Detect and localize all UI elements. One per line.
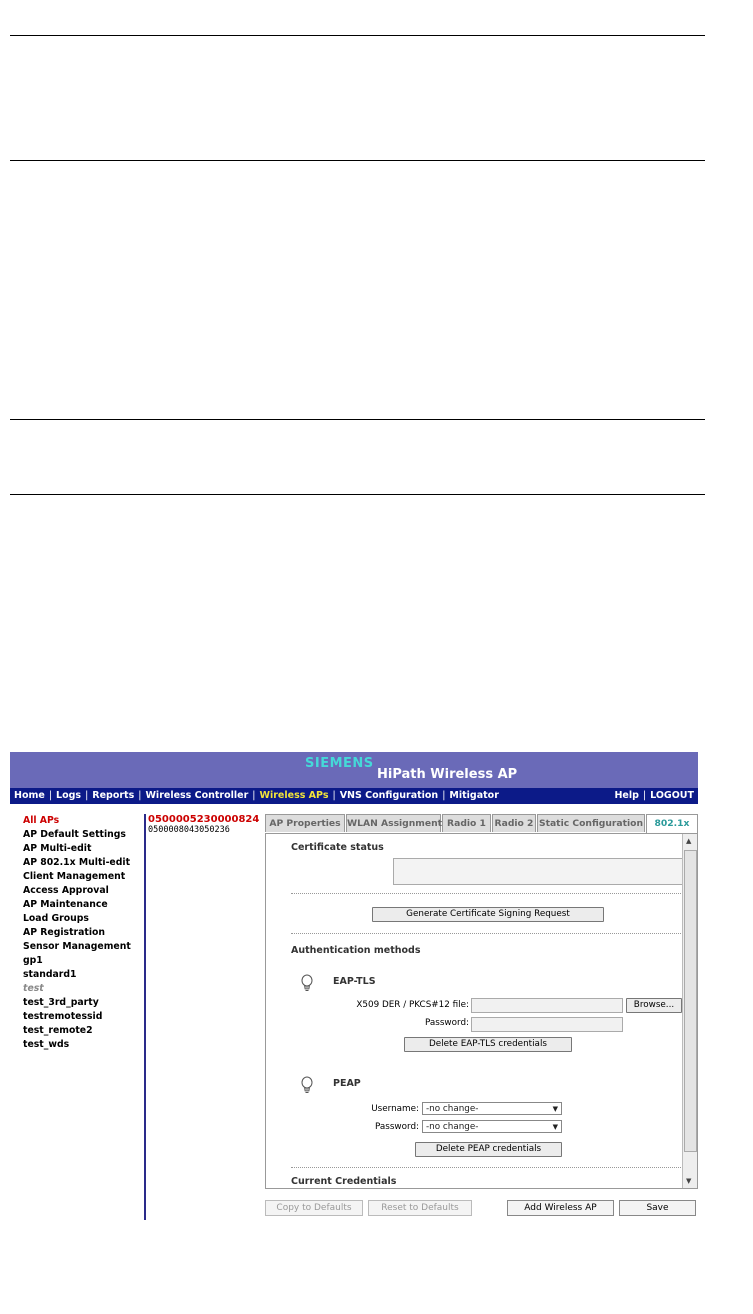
divider-dotted [291,893,681,894]
delete-eap-tls-button[interactable]: Delete EAP-TLS credentials [404,1037,572,1052]
nav-home[interactable]: Home [14,788,45,804]
sidebar-item-ap-maintenance[interactable]: AP Maintenance [23,898,145,912]
nav-vns-configuration[interactable]: VNS Configuration [340,788,439,804]
auth-methods-heading: Authentication methods [291,945,421,956]
cert-status-box [393,858,683,885]
peap-username-select[interactable]: -no change- ▼ [422,1102,562,1115]
peap-password-value: -no change- [426,1122,479,1132]
scroll-down-icon[interactable]: ▼ [686,1177,691,1185]
separator-line-2 [10,160,705,161]
browse-button[interactable]: Browse... [626,998,682,1013]
separator-line-4 [10,494,705,495]
nav-mitigator[interactable]: Mitigator [449,788,498,804]
save-button[interactable]: Save [619,1200,696,1216]
peap-password-select[interactable]: -no change- ▼ [422,1120,562,1133]
sidebar-item-ap-8021x-multi-edit[interactable]: AP 802.1x Multi-edit [23,856,145,870]
copy-to-defaults-button[interactable]: Copy to Defaults [265,1200,363,1216]
sidebar-divider [144,814,146,1220]
reset-to-defaults-button[interactable]: Reset to Defaults [368,1200,472,1216]
ap-list-item-selected[interactable]: 0500005230000824 [148,814,259,825]
tab-wlan-assignment[interactable]: WLAN Assignment [346,814,442,832]
sidebar-item-standard1[interactable]: standard1 [23,968,145,982]
cert-status-heading: Certificate status [291,842,384,853]
sidebar: All APs AP Default Settings AP Multi-edi… [23,814,145,1052]
sidebar-item-test-3rd-party[interactable]: test_3rd_party [23,996,145,1010]
sidebar-item-ap-default-settings[interactable]: AP Default Settings [23,828,145,842]
sidebar-item-gp1[interactable]: gp1 [23,954,145,968]
sidebar-item-test-wds[interactable]: test_wds [23,1038,145,1052]
generate-csr-button[interactable]: Generate Certificate Signing Request [372,907,604,922]
add-wireless-ap-button[interactable]: Add Wireless AP [507,1200,614,1216]
ap-list-item[interactable]: 0500008043050236 [148,825,259,836]
separator-line-1 [10,35,705,36]
vertical-scrollbar[interactable]: ▲ ▼ [682,834,697,1188]
app-title: HiPath Wireless AP [377,767,518,782]
nav-logs[interactable]: Logs [56,788,81,804]
eap-tls-password-field[interactable] [471,1017,623,1032]
scroll-up-icon[interactable]: ▲ [686,837,691,845]
tab-ap-properties[interactable]: AP Properties [265,814,345,832]
brand-logo: SIEMENS [305,756,374,771]
sidebar-item-ap-multi-edit[interactable]: AP Multi-edit [23,842,145,856]
scrollbar-thumb[interactable] [684,850,697,1152]
tab-radio-1[interactable]: Radio 1 [442,814,491,832]
tab-panel-8021x: Certificate status Generate Certificate … [265,833,698,1189]
peap-title: PEAP [333,1078,361,1089]
peap-username-value: -no change- [426,1104,479,1114]
peap-password-label: Password: [374,1122,419,1132]
header-banner: SIEMENS HiPath Wireless AP [10,752,698,788]
ap-list: 0500005230000824 0500008043050236 [148,814,259,836]
eap-tls-title: EAP-TLS [333,976,376,987]
sidebar-item-testremotessid[interactable]: testremotessid [23,1010,145,1024]
lightbulb-icon [301,1076,313,1093]
dropdown-arrow-icon: ▼ [552,1123,558,1131]
peap-username-label: Username: [371,1104,419,1114]
sidebar-item-test-remote2[interactable]: test_remote2 [23,1024,145,1038]
eap-tls-file-field[interactable] [471,998,623,1013]
sidebar-item-test[interactable]: test [23,982,145,996]
app-screenshot: SIEMENS HiPath Wireless AP Home | Logs | Rep… [10,752,698,1220]
nav-wireless-aps[interactable]: Wireless APs [260,788,329,804]
nav-help[interactable]: Help [614,788,638,804]
top-nav: Home | Logs | Reports | Wireless Controller | Wi… [10,788,698,804]
divider-dotted [291,933,681,934]
sidebar-item-load-groups[interactable]: Load Groups [23,912,145,926]
nav-wireless-controller[interactable]: Wireless Controller [145,788,248,804]
divider-dotted [291,1167,681,1168]
sidebar-item-access-approval[interactable]: Access Approval [23,884,145,898]
eap-tls-password-label: Password: [424,1018,469,1028]
nav-reports[interactable]: Reports [92,788,134,804]
sidebar-item-all-aps[interactable]: All APs [23,814,145,828]
tab-8021x[interactable]: 802.1x [646,814,698,834]
delete-peap-button[interactable]: Delete PEAP credentials [415,1142,562,1157]
sidebar-item-sensor-management[interactable]: Sensor Management [23,940,145,954]
separator-line-3 [10,419,705,420]
current-credentials-heading: Current Credentials [291,1176,397,1187]
dropdown-arrow-icon: ▼ [552,1105,558,1113]
sidebar-item-ap-registration[interactable]: AP Registration [23,926,145,940]
eap-tls-file-label: X509 DER / PKCS#12 file: [356,1000,469,1010]
lightbulb-icon [301,974,313,991]
tab-radio-2[interactable]: Radio 2 [492,814,536,832]
tab-static-configuration[interactable]: Static Configuration [537,814,645,832]
nav-logout[interactable]: LOGOUT [650,788,694,804]
sidebar-item-client-management[interactable]: Client Management [23,870,145,884]
